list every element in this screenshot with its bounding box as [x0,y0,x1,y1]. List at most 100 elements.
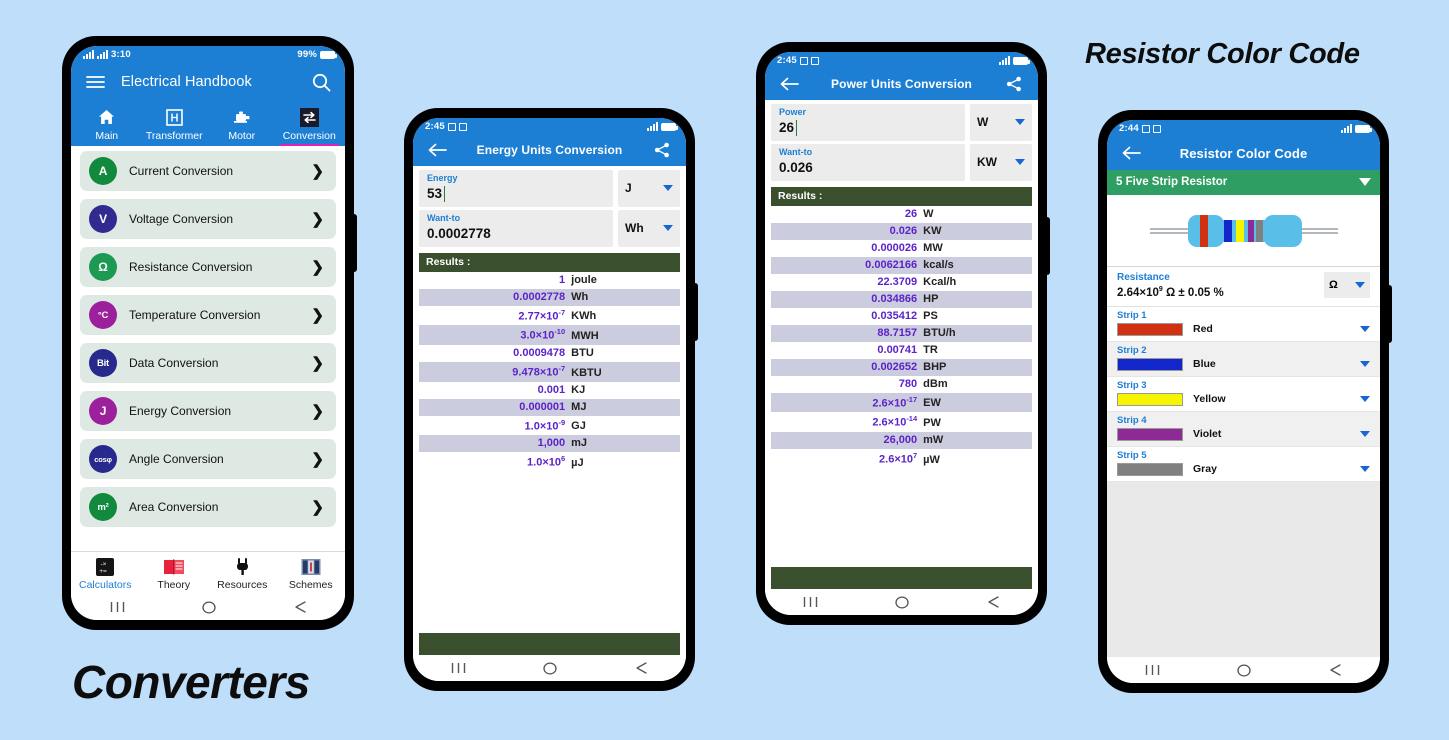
list-item-area-conversion[interactable]: m² Area Conversion ❯ [80,487,336,527]
power-input-field[interactable]: Power 26 [771,104,965,141]
recents-icon[interactable] [451,662,466,674]
back-chevron-icon[interactable] [293,601,307,613]
result-value: 780 [898,377,918,390]
strip-selector-1[interactable]: Strip 1 Red [1107,306,1380,342]
back-arrow-icon[interactable] [777,72,801,96]
strip-row: Violet [1117,427,1370,441]
color-swatch [1117,322,1183,336]
result-row: 26,000 mW [771,432,1032,450]
bottom-nav-calculators[interactable]: -× += Calculators [71,556,140,591]
page-title: Electrical Handbook [121,74,252,90]
color-swatch [1117,462,1183,476]
list-item-label: Data Conversion [129,356,219,370]
chevron-down-icon [663,185,673,192]
list-item-angle-conversion[interactable]: cosφ Angle Conversion ❯ [80,439,336,479]
strip-selector-5[interactable]: Strip 5 Gray [1107,446,1380,482]
signal-icon [647,122,658,131]
back-chevron-icon[interactable] [1328,664,1342,676]
home-circle-icon[interactable] [543,661,557,675]
strip-row: Red [1117,322,1370,336]
share-icon[interactable] [1002,72,1026,96]
back-chevron-icon[interactable] [986,596,1000,608]
list-item-energy-conversion[interactable]: J Energy Conversion ❯ [80,391,336,431]
strip-selector-3[interactable]: Strip 3 Yellow [1107,376,1380,412]
caption-resistor-color-code: Resistor Color Code [1085,38,1360,70]
power-unit-dropdown[interactable]: W [970,104,1032,141]
result-unit: kcal/s [923,258,954,271]
result-row: 1,000 mJ [419,435,680,453]
tab-motor[interactable]: Motor [208,102,276,146]
result-unit: joule [571,273,597,286]
result-exponent: -17 [906,394,918,404]
recents-icon[interactable] [110,601,125,613]
list-item-label: Area Conversion [129,500,219,514]
result-value: 0.035412 [871,309,918,322]
back-arrow-icon[interactable] [425,138,449,162]
tab-conversion[interactable]: Conversion [276,102,344,146]
energy-unit-dropdown[interactable]: J [618,170,680,207]
result-unit: GJ [571,420,586,433]
result-row: 26 W [771,206,1032,223]
list-item-voltage-conversion[interactable]: V Voltage Conversion ❯ [80,199,336,239]
back-chevron-icon[interactable] [634,662,648,674]
tab-label: Conversion [282,130,336,142]
wantto-unit-dropdown[interactable]: KW [970,143,1032,181]
list-item-label: Angle Conversion [129,452,224,466]
phone1-header: Electrical Handbook Main Transformer Mot… [71,62,345,146]
share-icon[interactable] [650,138,674,162]
resistance-unit-dropdown[interactable]: Ω [1324,272,1370,298]
result-unit: MJ [571,400,587,413]
field-value: 26 [779,119,798,137]
result-unit: dBm [923,377,948,390]
result-row: 0.00741 TR [771,342,1032,359]
field-value: 0.026 [779,159,813,175]
badge-icon: cosφ [89,445,117,473]
result-row: 9.478×10-7 KBTU [419,362,680,382]
recents-icon[interactable] [1145,664,1160,676]
result-value: 0.0002778 [513,290,566,303]
signal-icon [1341,124,1352,133]
result-row: 0.000026 MW [771,240,1032,257]
home-circle-icon[interactable] [895,595,909,609]
energy-input-field[interactable]: Energy 53 [419,170,613,207]
unit-label: J [625,181,632,196]
list-item-current-conversion[interactable]: A Current Conversion ❯ [80,151,336,191]
resistor-type-dropdown[interactable]: 5 Five Strip Resistor [1107,170,1380,195]
page-title: Power Units Conversion [831,77,972,91]
results-list: 1 joule 0.0002778 Wh 2.77×10-7 KWh 3.0×10-10 MW… [419,272,680,631]
back-arrow-icon[interactable] [1119,141,1143,165]
strip-selector-4[interactable]: Strip 4 Violet [1107,411,1380,447]
list-item-temperature-conversion[interactable]: °C Temperature Conversion ❯ [80,295,336,335]
home-circle-icon[interactable] [201,600,216,614]
strip-selector-2[interactable]: Strip 2 Blue [1107,341,1380,377]
phone-power-units-conversion: 2:45 Power Units Conversion Power 26 W W… [756,42,1050,625]
chevron-right-icon: ❯ [311,450,324,468]
bottom-nav-resources[interactable]: Resources [208,556,277,591]
list-item-data-conversion[interactable]: Bit Data Conversion ❯ [80,343,336,383]
wantto-output-field[interactable]: Want-to 0.0002778 [419,209,613,247]
recents-icon[interactable] [803,596,818,608]
result-value: 2.77×10-7 [518,307,566,323]
phone2-android-navbar [413,655,686,681]
motor-icon [233,107,251,127]
result-value: 0.026 [889,224,918,237]
tab-main[interactable]: Main [73,102,141,146]
home-circle-icon[interactable] [1237,663,1251,677]
result-exponent: 6 [560,454,566,464]
wantto-unit-dropdown[interactable]: Wh [618,209,680,247]
hamburger-menu-icon[interactable] [83,70,107,94]
list-item-resistance-conversion[interactable]: Ω Resistance Conversion ❯ [80,247,336,287]
bottom-nav-schemes[interactable]: Schemes [277,556,346,591]
result-value: 1.0×106 [527,454,566,470]
strip-label: Strip 2 [1117,344,1147,356]
bottom-nav-label: Theory [157,579,191,591]
chevron-right-icon: ❯ [311,354,324,372]
search-icon[interactable] [309,70,333,94]
result-row: 0.0009478 BTU [419,345,680,362]
result-row: 22.3709 Kcal/h [771,274,1032,291]
wantto-output-field[interactable]: Want-to 0.026 [771,143,965,181]
bottom-nav-theory[interactable]: Theory [140,556,209,591]
tab-transformer[interactable]: Transformer [141,102,209,146]
result-unit: PW [923,417,941,430]
phone-resistor-color-code: 2:44 Resistor Color Code 5 Five Strip Re… [1098,110,1392,693]
